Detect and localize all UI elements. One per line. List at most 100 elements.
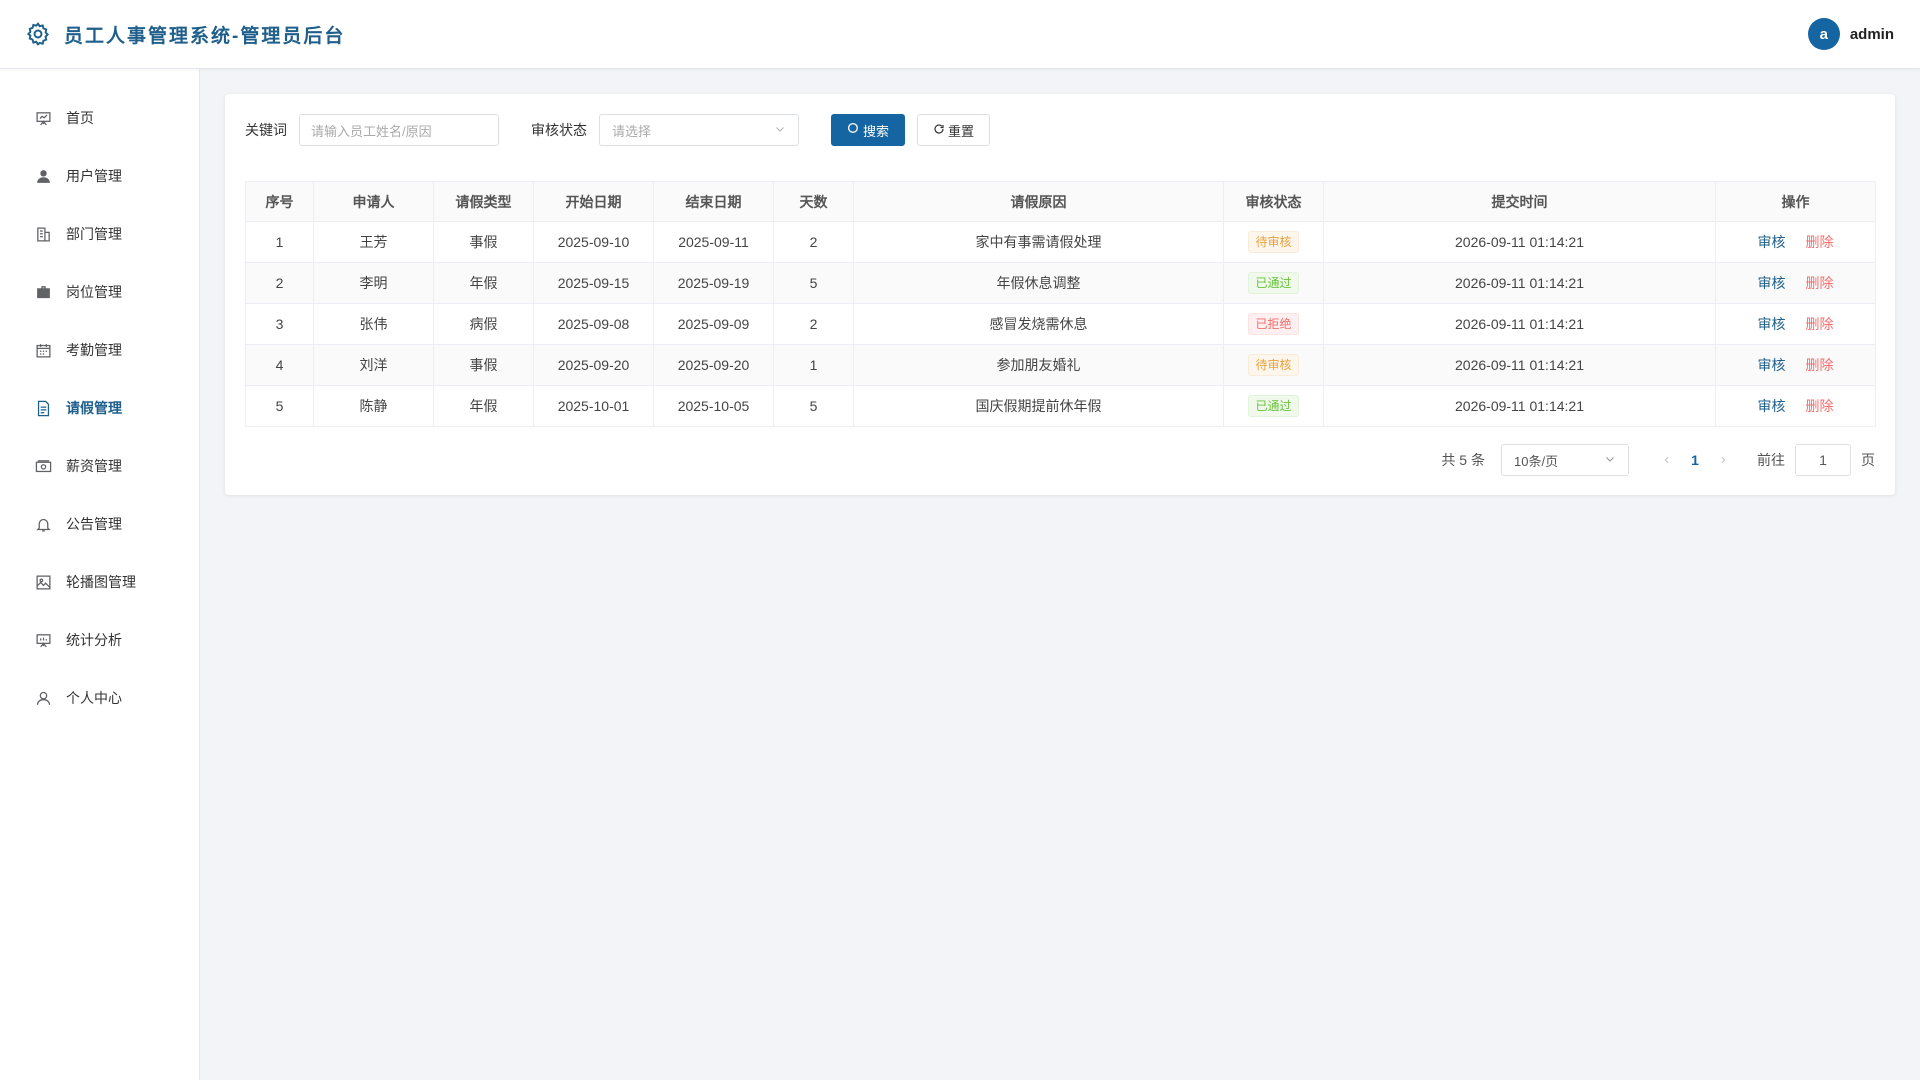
table-row: 2 李明 年假 2025-09-15 2025-09-19 5 年假休息调整 已通过 2026-… — [245, 262, 1876, 304]
column-header: 开始日期 — [533, 181, 654, 222]
sidebar-item-profile[interactable]: 个人中心 — [0, 669, 199, 727]
sidebar: 首页 用户管理 部门管理 岗位管理 考勤管理 请假管理 薪资管理 公告管理 轮播… — [0, 69, 200, 1080]
cell-actions: 审核 删除 — [1715, 344, 1876, 386]
column-header: 序号 — [245, 181, 314, 222]
sidebar-item-label: 薪资管理 — [66, 458, 122, 474]
goto-page-value: 1 — [1819, 452, 1827, 468]
sidebar-item-positions[interactable]: 岗位管理 — [0, 263, 199, 321]
delete-button[interactable]: 删除 — [1806, 316, 1834, 332]
cell-days: 2 — [773, 303, 854, 345]
cell-no: 1 — [245, 221, 314, 263]
cell-start: 2025-09-15 — [533, 262, 654, 304]
status-badge: 已通过 — [1248, 272, 1299, 294]
refresh-icon — [933, 123, 945, 138]
bell-icon — [34, 515, 52, 533]
cell-submitted: 2026-09-11 01:14:21 — [1323, 303, 1716, 345]
money-icon — [34, 457, 52, 475]
app-title: 员工人事管理系统-管理员后台 — [64, 25, 346, 47]
table-body: 1 王芳 事假 2025-09-10 2025-09-11 2 家中有事需请假处理 待审核 20… — [245, 221, 1876, 427]
sidebar-item-label: 首页 — [66, 110, 94, 126]
sidebar-item-attendance[interactable]: 考勤管理 — [0, 321, 199, 379]
cell-submitted: 2026-09-11 01:14:21 — [1323, 262, 1716, 304]
search-button-label: 搜索 — [863, 123, 890, 139]
search-button[interactable]: 搜索 — [831, 114, 906, 146]
table-row: 4 刘洋 事假 2025-09-20 2025-09-20 1 参加朋友婚礼 待审核 2026-… — [245, 344, 1876, 386]
sidebar-item-salary[interactable]: 薪资管理 — [0, 437, 199, 495]
leave-management-card: 关键词 请输入员工姓名/原因 审核状态 请选择 搜索 重置 序号 申请人 请假类… — [225, 94, 1895, 495]
chevron-left-icon — [1664, 456, 1669, 463]
cell-end: 2025-09-11 — [653, 221, 774, 263]
sidebar-item-label: 岗位管理 — [66, 284, 122, 300]
cell-start: 2025-09-08 — [533, 303, 654, 345]
review-button[interactable]: 审核 — [1758, 275, 1786, 291]
table-row: 5 陈静 年假 2025-10-01 2025-10-05 5 国庆假期提前休年假 已通过 20… — [245, 385, 1876, 427]
sidebar-item-statistics[interactable]: 统计分析 — [0, 611, 199, 669]
sidebar-item-users[interactable]: 用户管理 — [0, 147, 199, 205]
leave-table: 序号 申请人 请假类型 开始日期 结束日期 天数 请假原因 审核状态 提交时间 操作 1 王芳 事假 2… — [245, 181, 1876, 427]
cell-status: 待审核 — [1223, 221, 1324, 263]
sidebar-item-announcements[interactable]: 公告管理 — [0, 495, 199, 553]
cell-applicant: 陈静 — [313, 385, 434, 427]
cell-actions: 审核 删除 — [1715, 303, 1876, 345]
delete-button[interactable]: 删除 — [1806, 234, 1834, 250]
sidebar-item-label: 统计分析 — [66, 632, 122, 648]
review-button[interactable]: 审核 — [1758, 398, 1786, 414]
goto-unit: 页 — [1861, 452, 1875, 468]
column-header: 操作 — [1715, 181, 1876, 222]
reset-button[interactable]: 重置 — [917, 114, 991, 146]
page-number-current[interactable]: 1 — [1681, 452, 1709, 468]
cell-status: 待审核 — [1223, 344, 1324, 386]
cell-days: 1 — [773, 344, 854, 386]
column-header: 天数 — [773, 181, 854, 222]
cell-days: 2 — [773, 221, 854, 263]
avatar[interactable]: a — [1807, 18, 1840, 50]
user-outline-icon — [34, 689, 52, 707]
cell-type: 事假 — [433, 221, 534, 263]
user-menu[interactable]: a admin — [1807, 18, 1894, 50]
review-button[interactable]: 审核 — [1758, 234, 1786, 250]
delete-button[interactable]: 删除 — [1806, 357, 1834, 373]
cell-submitted: 2026-09-11 01:14:21 — [1323, 344, 1716, 386]
cell-no: 2 — [245, 262, 314, 304]
sidebar-item-carousel[interactable]: 轮播图管理 — [0, 553, 199, 611]
cell-status: 已通过 — [1223, 385, 1324, 427]
review-button[interactable]: 审核 — [1758, 316, 1786, 332]
picture-icon — [34, 573, 52, 591]
cell-reason: 感冒发烧需休息 — [853, 303, 1224, 345]
column-header: 结束日期 — [653, 181, 774, 222]
sidebar-item-label: 公告管理 — [66, 516, 122, 532]
cell-days: 5 — [773, 385, 854, 427]
cell-end: 2025-09-19 — [653, 262, 774, 304]
prev-page-button[interactable] — [1653, 453, 1681, 468]
cell-type: 年假 — [433, 385, 534, 427]
cell-end: 2025-09-20 — [653, 344, 774, 386]
briefcase-icon — [34, 283, 52, 301]
cell-reason: 家中有事需请假处理 — [853, 221, 1224, 263]
goto-page-input[interactable]: 1 — [1795, 444, 1851, 476]
sidebar-item-leave[interactable]: 请假管理 — [0, 379, 199, 437]
status-placeholder: 请选择 — [612, 123, 652, 139]
username[interactable]: admin — [1850, 26, 1894, 43]
reset-button-label: 重置 — [948, 123, 975, 139]
page-size-select[interactable]: 10条/页 — [1501, 444, 1629, 476]
sidebar-item-label: 轮播图管理 — [66, 574, 136, 590]
sidebar-item-label: 部门管理 — [66, 226, 122, 242]
sidebar-item-departments[interactable]: 部门管理 — [0, 205, 199, 263]
sidebar-item-label: 用户管理 — [66, 168, 122, 184]
cell-applicant: 王芳 — [313, 221, 434, 263]
cell-status: 已通过 — [1223, 262, 1324, 304]
calendar-icon — [34, 341, 52, 359]
cell-applicant: 李明 — [313, 262, 434, 304]
sidebar-item-home[interactable]: 首页 — [0, 89, 199, 147]
next-page-button[interactable] — [1709, 453, 1737, 468]
cell-no: 4 — [245, 344, 314, 386]
column-header: 提交时间 — [1323, 181, 1716, 222]
keyword-input[interactable]: 请输入员工姓名/原因 — [299, 114, 499, 146]
cell-reason: 参加朋友婚礼 — [853, 344, 1224, 386]
status-select[interactable]: 请选择 — [599, 114, 799, 146]
delete-button[interactable]: 删除 — [1806, 398, 1834, 414]
delete-button[interactable]: 删除 — [1806, 275, 1834, 291]
cell-days: 5 — [773, 262, 854, 304]
review-button[interactable]: 审核 — [1758, 357, 1786, 373]
data-board-icon — [34, 631, 52, 649]
